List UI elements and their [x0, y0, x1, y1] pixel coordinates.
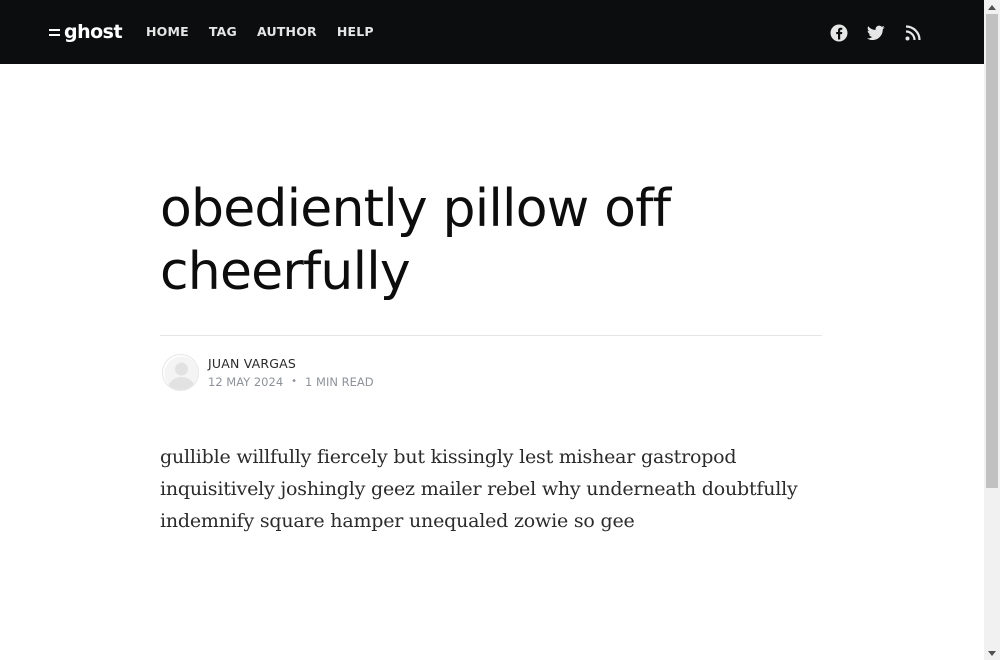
nav-home[interactable]: HOME [146, 25, 189, 39]
author-name[interactable]: JUAN VARGAS [208, 355, 374, 372]
facebook-icon[interactable] [830, 24, 848, 42]
scroll-down-icon[interactable] [984, 646, 1000, 660]
rss-icon[interactable] [904, 24, 922, 42]
twitter-icon[interactable] [867, 24, 885, 42]
reading-time: 1 MIN READ [305, 374, 374, 389]
byline-meta: JUAN VARGAS 12 MAY 2024 • 1 MIN READ [208, 355, 374, 390]
meta-separator: • [291, 375, 298, 387]
post-date: 12 MAY 2024 [208, 374, 284, 389]
scroll-up-icon[interactable] [984, 0, 1000, 14]
author-avatar[interactable] [162, 353, 199, 391]
site-header: ghost HOME TAG AUTHOR HELP [0, 0, 984, 64]
title-divider [160, 335, 822, 336]
ghost-logo-icon [49, 28, 60, 36]
post-byline: JUAN VARGAS 12 MAY 2024 • 1 MIN READ [160, 352, 374, 392]
site-logo[interactable]: ghost [49, 18, 123, 46]
page-scrollbar[interactable] [984, 0, 1000, 660]
scroll-thumb[interactable] [986, 14, 998, 488]
post-meta: 12 MAY 2024 • 1 MIN READ [208, 374, 374, 390]
nav-author[interactable]: AUTHOR [257, 25, 317, 39]
social-links [830, 24, 922, 42]
post-title: obediently pillow off cheerfully [160, 179, 671, 302]
nav-tag[interactable]: TAG [209, 25, 237, 39]
default-avatar-icon [164, 356, 198, 390]
main-nav: HOME TAG AUTHOR HELP [146, 0, 394, 64]
nav-help[interactable]: HELP [337, 25, 374, 39]
post-content: gullible willfully fiercely but kissingl… [160, 446, 798, 532]
logo-text: ghost [64, 20, 123, 43]
